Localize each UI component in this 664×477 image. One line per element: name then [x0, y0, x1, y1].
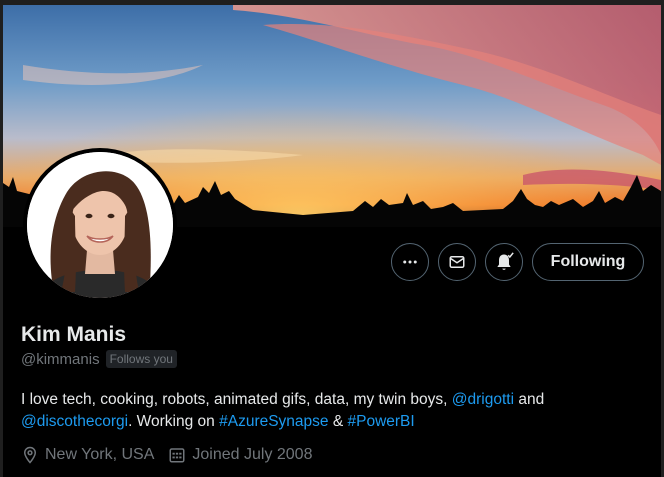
notifications-button[interactable]	[485, 243, 523, 281]
mention-link-discothecorgi[interactable]: @discothecorgi	[21, 413, 128, 430]
profile-name: Kim Manis	[21, 323, 127, 346]
message-button[interactable]	[438, 243, 476, 281]
handle-row: @kimmanis Follows you	[21, 350, 177, 368]
more-button[interactable]	[391, 243, 429, 281]
location-item: New York, USA	[21, 446, 154, 464]
hashtag-link-powerbi[interactable]: #PowerBI	[348, 413, 415, 430]
hashtag-link-azuresynapse[interactable]: #AzureSynapse	[219, 413, 328, 430]
calendar-icon	[169, 448, 185, 463]
mention-link-drigotti[interactable]: @drigotti	[452, 391, 514, 408]
location-text: New York, USA	[45, 446, 155, 463]
avatar-photo	[27, 152, 173, 298]
bio-text: and	[514, 391, 545, 408]
bio-text: . Working on	[128, 413, 220, 430]
follows-you-badge: Follows you	[105, 350, 177, 368]
mail-icon	[449, 256, 465, 268]
bio-text: &	[328, 413, 348, 430]
profile-meta: New York, USA Joined July 2008	[21, 446, 326, 464]
joined-item: Joined July 2008	[168, 446, 312, 464]
more-icon	[403, 260, 417, 264]
bell-icon	[497, 252, 514, 270]
profile-bio: I love tech, cooking, robots, animated g…	[21, 389, 621, 433]
joined-text: Joined July 2008	[192, 446, 313, 463]
location-pin-icon	[23, 446, 37, 464]
following-button[interactable]: Following	[532, 243, 644, 281]
profile-handle: @kimmanis	[21, 350, 100, 368]
bio-text: I love tech, cooking, robots, animated g…	[21, 391, 452, 408]
profile-avatar[interactable]	[23, 148, 177, 302]
profile-actions: Following	[391, 243, 644, 281]
profile-page: Following Kim Manis @kimmanis Follows yo…	[0, 0, 664, 477]
